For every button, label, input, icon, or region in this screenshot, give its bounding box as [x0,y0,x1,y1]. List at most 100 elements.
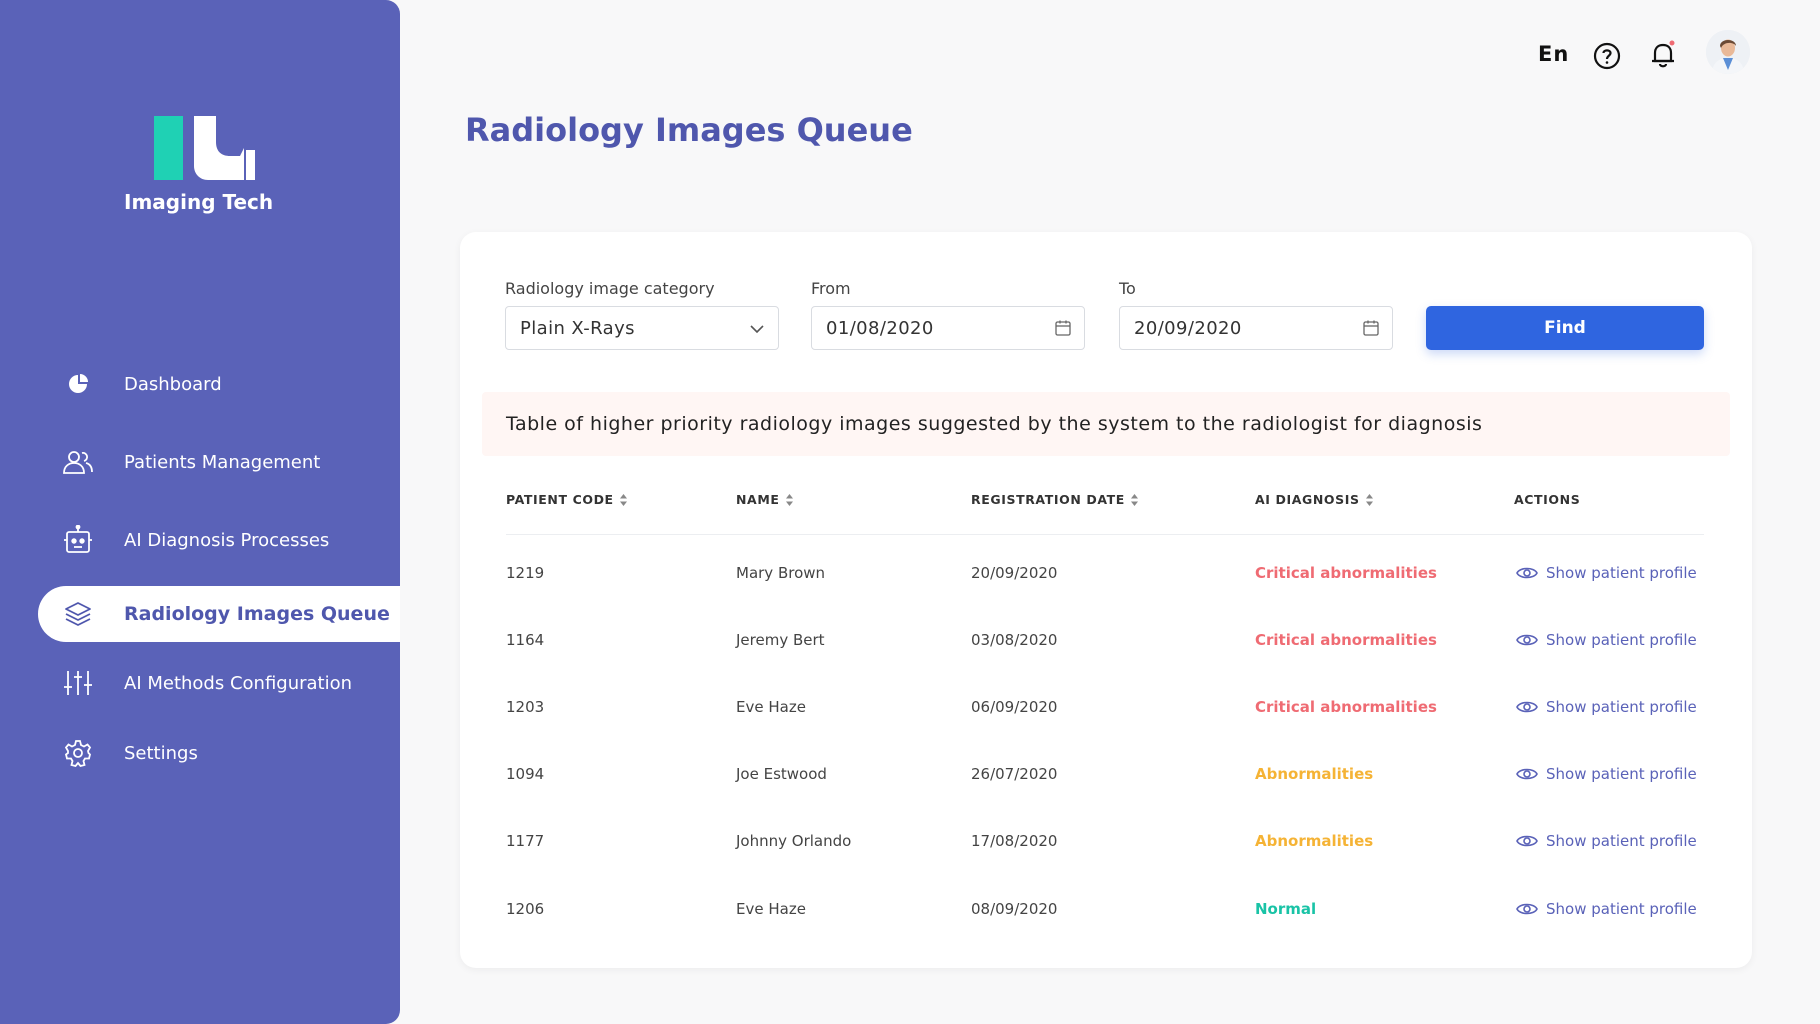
column-header-label: NAME [736,492,780,507]
table-row: 1177 Johnny Orlando 17/08/2020 Abnormali… [460,832,1752,872]
patient-code-cell: 1203 [506,698,545,716]
header-divider [506,534,1704,535]
table-row: 1203 Eve Haze 06/09/2020 Critical abnorm… [460,698,1752,738]
sidebar-item-label: Radiology Images Queue [124,603,390,625]
column-header-name[interactable]: NAME [736,492,793,507]
sliders-icon [62,667,94,699]
column-header-label: PATIENT CODE [506,492,614,507]
sort-icon [1130,493,1138,506]
action-label: Show patient profile [1546,698,1697,716]
patient-code-cell: 1219 [506,564,545,582]
date-cell: 26/07/2020 [971,765,1058,783]
sidebar-item-dashboard[interactable]: Dashboard [38,356,400,412]
sidebar-item-ai-diagnosis-processes[interactable]: AI Diagnosis Processes [38,512,400,568]
category-value: Plain X-Rays [520,318,635,339]
column-header-label: ACTIONS [1514,492,1581,507]
show-patient-profile-link[interactable]: Show patient profile [1516,900,1697,918]
category-label: Radiology image category [505,279,715,298]
action-label: Show patient profile [1546,564,1697,582]
diagnosis-cell: Critical abnormalities [1255,564,1437,582]
diagnosis-cell: Abnormalities [1255,832,1374,850]
sidebar: Imaging Tech Dashboard Patients Manageme… [0,0,400,1024]
column-header-patient-code[interactable]: PATIENT CODE [506,492,627,507]
from-label: From [811,279,851,298]
sort-icon [1365,493,1373,506]
date-cell: 06/09/2020 [971,698,1058,716]
column-header-label: AI DIAGNOSIS [1255,492,1360,507]
patient-code-cell: 1177 [506,832,545,850]
help-icon[interactable] [1592,41,1622,71]
language-selector[interactable]: En [1538,42,1569,66]
queue-card: Radiology image category Plain X-Rays Fr… [460,232,1752,968]
diagnosis-cell: Abnormalities [1255,765,1374,783]
gear-icon [62,737,94,769]
column-header-label: REGISTRATION DATE [971,492,1125,507]
action-label: Show patient profile [1546,900,1697,918]
category-select[interactable]: Plain X-Rays [505,306,779,350]
name-cell: Johnny Orlando [736,832,852,850]
sidebar-item-label: Settings [124,742,198,764]
show-patient-profile-link[interactable]: Show patient profile [1516,631,1697,649]
name-cell: Mary Brown [736,564,826,582]
diagnosis-cell: Normal [1255,900,1317,918]
name-cell: Jeremy Bert [736,631,825,649]
date-cell: 03/08/2020 [971,631,1058,649]
action-label: Show patient profile [1546,631,1697,649]
sidebar-item-label: AI Methods Configuration [124,672,353,694]
patient-code-cell: 1164 [506,631,545,649]
to-date-value: 20/09/2020 [1134,318,1242,339]
table-row: 1164 Jeremy Bert 03/08/2020 Critical abn… [460,631,1752,671]
bell-icon[interactable] [1648,39,1678,69]
sidebar-item-radiology-images-queue[interactable]: Radiology Images Queue [38,586,400,642]
show-patient-profile-link[interactable]: Show patient profile [1516,765,1697,783]
sidebar-item-patients-management[interactable]: Patients Management [38,434,400,490]
eye-icon [1516,835,1538,847]
layers-icon [62,598,94,630]
patient-code-cell: 1206 [506,900,545,918]
patient-code-cell: 1094 [506,765,545,783]
imaging-tech-logo [154,116,255,180]
eye-icon [1516,567,1538,579]
name-cell: Eve Haze [736,900,806,918]
sort-icon [785,493,793,506]
page-title: Radiology Images Queue [465,111,913,149]
from-date-field[interactable]: 01/08/2020 [811,306,1085,350]
from-date-value: 01/08/2020 [826,318,934,339]
sidebar-item-settings[interactable]: Settings [38,725,400,781]
action-label: Show patient profile [1546,832,1697,850]
eye-icon [1516,903,1538,915]
robot-icon [62,524,94,556]
action-label: Show patient profile [1546,765,1697,783]
app-name: Imaging Tech [124,190,274,214]
pie-chart-icon [62,368,94,400]
show-patient-profile-link[interactable]: Show patient profile [1516,832,1697,850]
diagnosis-cell: Critical abnormalities [1255,631,1437,649]
calendar-icon[interactable] [1054,319,1072,337]
sidebar-item-ai-methods-configuration[interactable]: AI Methods Configuration [38,655,400,711]
date-cell: 08/09/2020 [971,900,1058,918]
column-header-actions: ACTIONS [1514,492,1580,507]
column-header-ai-diagnosis[interactable]: AI DIAGNOSIS [1255,492,1373,507]
table-row: 1206 Eve Haze 08/09/2020 Normal Show pat… [460,900,1752,940]
chevron-down-icon [750,325,764,334]
eye-icon [1516,701,1538,713]
sort-icon [619,493,627,506]
priority-notice: Table of higher priority radiology image… [482,392,1730,456]
to-date-field[interactable]: 20/09/2020 [1119,306,1393,350]
avatar[interactable] [1706,30,1750,74]
sidebar-item-label: AI Diagnosis Processes [124,529,330,551]
table-row: 1094 Joe Estwood 26/07/2020 Abnormalitie… [460,765,1752,805]
notice-text: Table of higher priority radiology image… [506,413,1483,435]
column-header-registration-date[interactable]: REGISTRATION DATE [971,492,1138,507]
eye-icon [1516,634,1538,646]
sidebar-item-label: Dashboard [124,373,222,395]
name-cell: Eve Haze [736,698,806,716]
to-label: To [1119,279,1136,298]
sidebar-item-label: Patients Management [124,451,321,473]
find-button[interactable]: Find [1426,306,1704,350]
calendar-icon[interactable] [1362,319,1380,337]
name-cell: Joe Estwood [736,765,827,783]
show-patient-profile-link[interactable]: Show patient profile [1516,564,1697,582]
show-patient-profile-link[interactable]: Show patient profile [1516,698,1697,716]
eye-icon [1516,768,1538,780]
